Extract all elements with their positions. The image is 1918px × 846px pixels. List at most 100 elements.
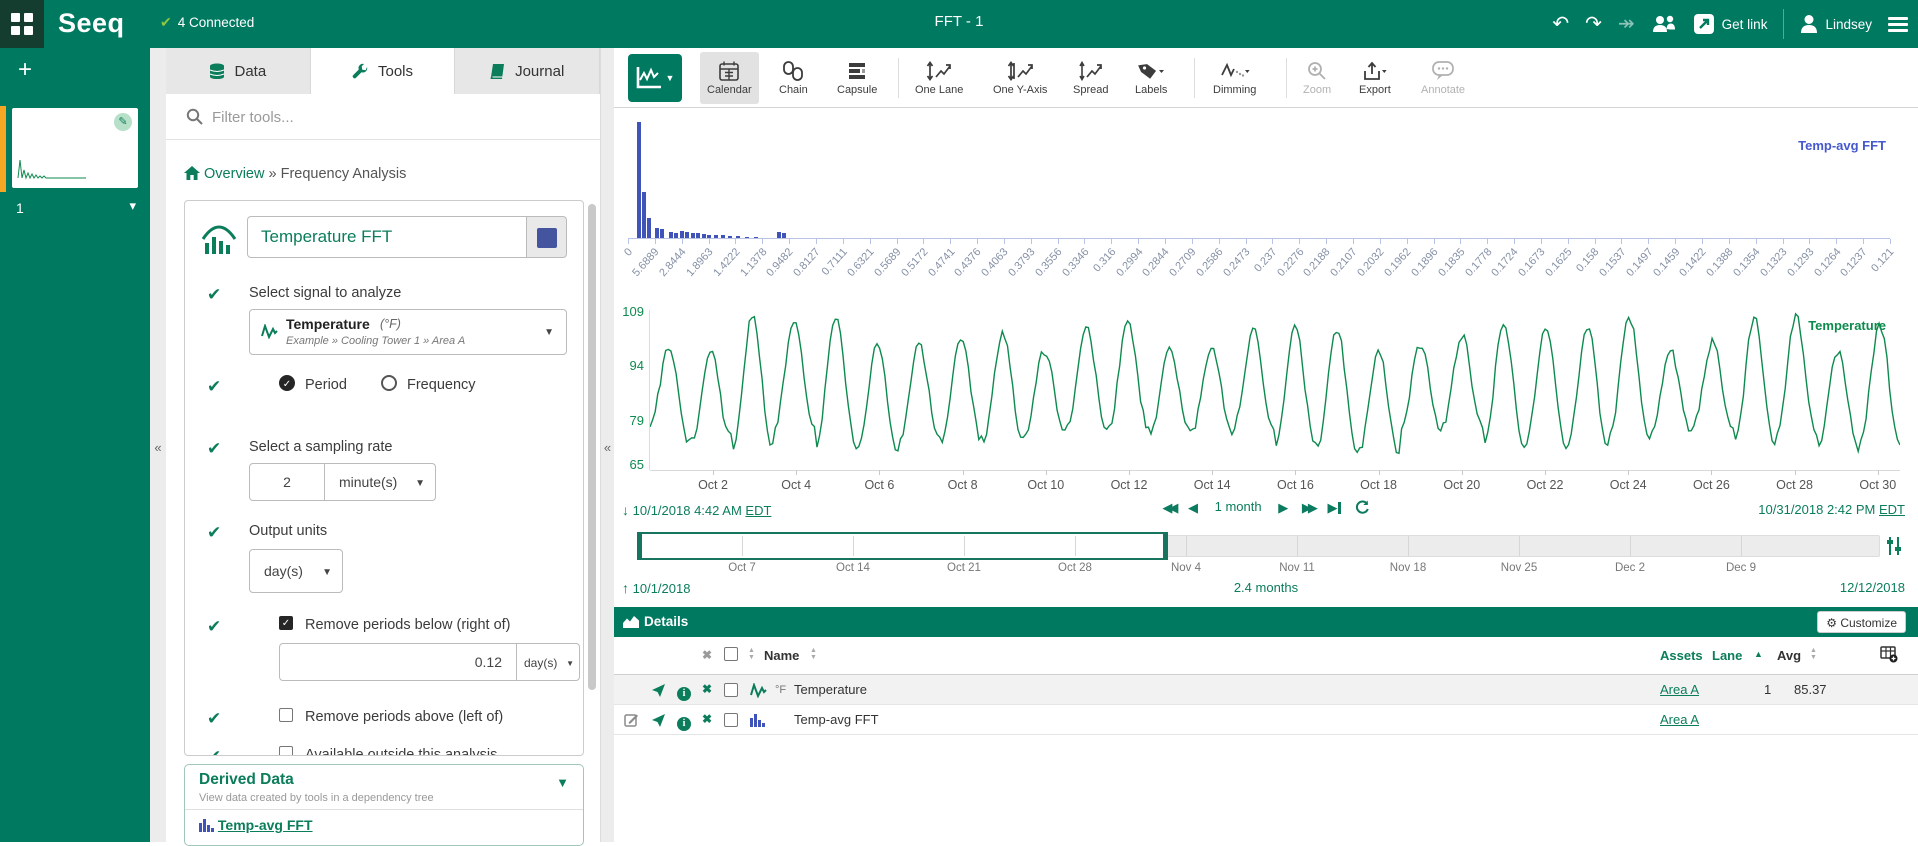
trend-series-label[interactable]: Temperature [1808,318,1886,333]
redo-all-icon[interactable]: ↠ [1618,14,1635,34]
col-avg[interactable]: Avg [1777,648,1801,663]
sampling-unit-select[interactable]: minute(s) ▼ [324,463,436,501]
tab-journal[interactable]: Journal [455,48,600,94]
toolbar-spread-button[interactable]: Spread [1066,52,1115,104]
toolbar-labels-button[interactable]: Labels [1128,52,1174,104]
toolbar-one-lane-button[interactable]: One Lane [908,52,970,104]
investigate-duration[interactable]: 2.4 months [614,580,1918,595]
timezone-link[interactable]: EDT [1879,502,1905,517]
col-assets[interactable]: Assets [1660,648,1703,663]
info-button[interactable]: i [677,683,691,701]
capsule-icon [847,61,867,81]
remove-button[interactable]: ✖ [702,712,712,726]
remove-button[interactable]: ✖ [702,682,712,696]
tab-tools[interactable]: Tools [311,48,456,94]
remove-below-unit-select[interactable]: day(s) ▼ [516,643,580,681]
radio-period-label[interactable]: Period [305,377,347,393]
toolbar-chain-button[interactable]: Chain [772,52,815,104]
toolbar-capsule-button[interactable]: Capsule [830,52,884,104]
range-duration[interactable]: 1 month [1215,499,1262,514]
sort-lane-asc-icon[interactable]: ▲ [1754,649,1763,659]
signal-select[interactable]: Temperature (°F) Example » Cooling Tower… [249,309,567,355]
tab-data[interactable]: Data [166,48,311,94]
sort-name-control[interactable]: ▲▼ [810,647,817,661]
step-to-end-icon[interactable]: ▶ [1327,500,1341,515]
worksheet-thumbnail[interactable]: ✎ [12,108,138,188]
temperature-line-chart[interactable] [650,309,1900,471]
available-outside-label[interactable]: Available outside this analysis [305,747,497,756]
row-checkbox[interactable] [724,713,738,727]
customize-button[interactable]: ⚙ Customize [1817,611,1906,633]
remove-below-checkbox[interactable]: ✓ [279,616,293,630]
edit-badge-icon: ✎ [114,113,132,131]
tool-name-input[interactable] [247,216,527,258]
remove-all-icon[interactable]: ✖ [702,648,712,662]
available-outside-checkbox[interactable] [279,746,293,756]
get-link-button[interactable]: Get link [1693,13,1768,35]
derived-item-link[interactable]: Temp-avg FFT [218,817,313,833]
undo-icon[interactable]: ↶ [1552,14,1569,34]
timeline-handle-left[interactable] [637,532,642,560]
select-all-checkbox[interactable] [724,647,738,661]
new-worksheet-button[interactable]: + [18,56,32,84]
edit-properties-button[interactable] [624,712,639,732]
info-button[interactable]: i [677,713,691,731]
panel-scrollbar[interactable] [588,204,596,756]
sort-avg-control[interactable]: ▲▼ [1810,647,1817,661]
chevron-down-icon: ▼ [666,73,675,83]
timeline-selection[interactable] [637,532,1168,560]
redo-icon[interactable]: ↷ [1585,14,1602,34]
filter-tools-input[interactable] [212,102,572,132]
step-forward-fast-icon[interactable]: ▶▶ [1302,500,1314,515]
scrollbar-thumb[interactable] [588,204,596,690]
series-color-button[interactable] [527,216,567,258]
remove-above-label[interactable]: Remove periods above (left of) [305,709,503,725]
row-asset-link[interactable]: Area A [1660,682,1699,697]
chart-type-button[interactable]: ▼ [628,54,682,102]
worksheet-chevron-icon[interactable]: ▾ [129,198,136,214]
pin-button[interactable] [652,684,666,702]
hamburger-menu-icon[interactable] [1888,14,1908,35]
timeline-handle-right[interactable] [1163,532,1168,560]
toolbar-one-yaxis-button[interactable]: One Y-Axis [986,52,1054,104]
output-unit-select[interactable]: day(s) ▼ [249,549,343,593]
step-forward-icon[interactable]: ▶ [1278,500,1288,515]
toolbar-calendar-button[interactable]: Calendar [700,52,759,104]
fft-bar [660,229,664,238]
refresh-icon[interactable] [1355,500,1370,515]
remove-above-checkbox[interactable] [279,708,293,722]
user-menu[interactable]: Lindsey [1800,14,1872,34]
toolbar-export-button[interactable]: Export [1352,52,1398,104]
fft-series-label[interactable]: Temp-avg FFT [1798,138,1886,153]
pin-icon [652,684,666,697]
collapse-rail-handle[interactable]: « [150,48,166,842]
pin-button[interactable] [652,714,666,732]
col-name[interactable]: Name [764,648,799,663]
chevron-down-icon[interactable]: ▼ [556,775,569,790]
add-column-icon[interactable] [1880,645,1898,663]
row-checkbox[interactable] [724,683,738,697]
toolbar-zoom-button[interactable]: Zoom [1296,52,1338,104]
remove-below-input[interactable]: 0.12 [279,643,517,681]
users-icon[interactable] [1651,14,1677,34]
sampling-value-input[interactable]: 2 [249,463,325,501]
range-end[interactable]: 10/31/2018 2:42 PM EDT [1758,502,1905,517]
remove-below-label[interactable]: Remove periods below (right of) [305,617,511,633]
radio-frequency-label[interactable]: Frequency [407,377,476,393]
fft-bar [637,122,641,238]
chain-icon [783,61,803,81]
toolbar-dimming-button[interactable]: Dimming [1206,52,1263,104]
breadcrumb-overview[interactable]: Overview [204,166,264,182]
row-asset-link[interactable]: Area A [1660,712,1699,727]
toolbar-annotate-button[interactable]: Annotate [1414,52,1472,104]
radio-frequency[interactable] [381,375,397,391]
collapse-panel-handle[interactable]: « [600,48,614,842]
investigate-end[interactable]: 12/12/2018 [1840,580,1905,595]
sort-type-control[interactable]: ▲▼ [748,647,755,661]
radio-period[interactable]: ✓ [279,375,295,391]
step-back-fast-icon[interactable]: ◀◀ [1162,500,1174,515]
step-back-icon[interactable]: ◀ [1188,500,1198,515]
col-lane[interactable]: Lane [1712,648,1742,663]
timeline-options-icon[interactable] [1884,536,1904,556]
fft-axis-tick [1058,239,1059,244]
